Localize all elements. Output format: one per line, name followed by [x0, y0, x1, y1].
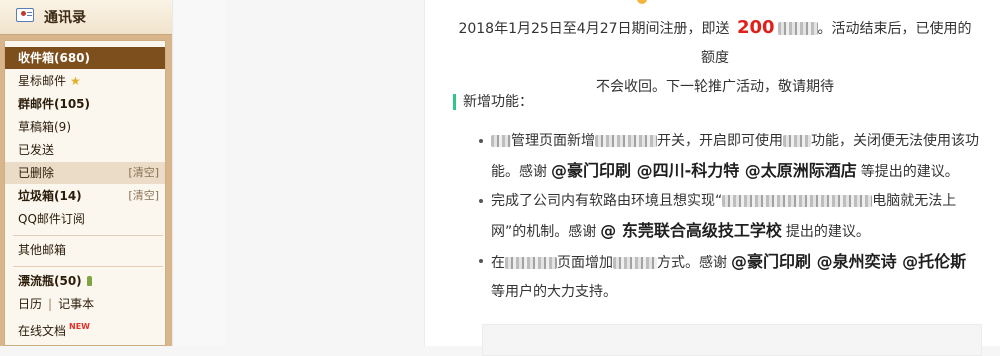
folder-inbox-label: 收件箱(680) — [18, 51, 91, 65]
divider — [13, 235, 163, 236]
folder-drafts[interactable]: 草稿箱(9) — [5, 116, 165, 138]
contacts-icon — [16, 8, 34, 22]
section-marker — [453, 94, 456, 110]
calendar-notes-row: 日历 | 记事本 — [5, 293, 165, 315]
feature-text: 等提出的建议。 — [860, 164, 959, 180]
folder-spam-label: 垃圾箱(14) — [18, 189, 82, 203]
folder-deleted[interactable]: 已删除 [清空] — [5, 162, 165, 184]
feature-text: 等用户的大力支持。 — [491, 284, 617, 300]
folder-starred-label: 星标邮件 — [18, 74, 67, 88]
folder-other-mailboxes[interactable]: 其他邮箱 — [5, 239, 165, 261]
bullet — [479, 199, 483, 203]
intro-amount: 200 — [736, 17, 775, 38]
feature-item: 完成了公司内有软路由环境且想实现“ 电脑就无法上网”的机制。感谢 @ 东莞联合高级技… — [479, 187, 979, 247]
folder-sent[interactable]: 已发送 — [5, 139, 165, 161]
folder-other-mailboxes-label: 其他邮箱 — [18, 243, 67, 257]
feature-text: 开关，开启即可使用 — [657, 133, 783, 149]
folder-qq-subscriptions-label: QQ邮件订阅 — [18, 212, 85, 226]
folder-spam[interactable]: 垃圾箱(14) [清空] — [5, 185, 165, 207]
folder-group-mail[interactable]: 群邮件(105) — [5, 93, 165, 115]
folder-starred[interactable]: 星标邮件 ★ — [5, 70, 165, 92]
notepad-link[interactable]: 记事本 — [58, 297, 94, 311]
redacted-text — [783, 135, 811, 147]
empty-deleted-link[interactable]: [清空] — [128, 162, 159, 184]
pipe-separator: | — [48, 297, 53, 311]
feature-item: 在 页面增加 方式。感谢 @豪门印刷 @泉州奕诗 @托伦斯等用户的大力支持。 — [479, 247, 979, 307]
folder-group-mail-label: 群邮件(105) — [18, 97, 91, 111]
feature-text: 完成了公司内有软路由环境且想实现“ — [491, 193, 723, 209]
mail-content: 2018年1月25日至4月27日期间注册，即送 200 。活动结束后，已使用的额度… — [424, 0, 1000, 356]
folder-drift-bottle-label: 漂流瓶(50) — [18, 274, 82, 288]
redacted-text — [491, 135, 511, 147]
thanks-users: @豪门印刷 @四川-科力特 @太原洲际酒店 — [551, 161, 857, 180]
online-docs-label: 在线文档 — [18, 324, 67, 338]
contacts-label: 通讯录 — [44, 10, 86, 26]
redacted-text — [505, 257, 557, 269]
contacts-link[interactable]: 通讯录 — [0, 0, 172, 35]
online-docs-link[interactable]: 在线文档 NEW — [5, 316, 165, 338]
bottle-icon — [86, 276, 92, 286]
divider — [13, 266, 163, 267]
bullet — [479, 259, 483, 263]
star-icon: ★ — [70, 74, 81, 88]
section-title: 新增功能： — [453, 93, 533, 111]
section-title-text: 新增功能： — [463, 94, 533, 110]
intro-text-a: 2018年1月25日至4月27日期间注册，即送 — [458, 21, 730, 37]
redacted-text — [595, 135, 657, 147]
sidebar: 通讯录 收件箱(680) 星标邮件 ★ 群邮件(105) 草稿箱(9) 已发送 已… — [0, 0, 172, 346]
bullet — [479, 139, 483, 143]
feature-item: 管理页面新增 开关，开启即可使用 功能，关闭便无法使用该功能。感谢 @豪门印刷 @四川… — [479, 127, 979, 187]
feature-list: 管理页面新增 开关，开启即可使用 功能，关闭便无法使用该功能。感谢 @豪门印刷 @四川… — [479, 127, 979, 307]
folder-drift-bottle[interactable]: 漂流瓶(50) — [5, 270, 165, 292]
feature-text: 管理页面新增 — [511, 133, 595, 149]
folder-qq-subscriptions[interactable]: QQ邮件订阅 — [5, 208, 165, 230]
thanks-users: @ 东莞联合高级技工学校 — [600, 221, 782, 240]
folder-list: 收件箱(680) 星标邮件 ★ 群邮件(105) 草稿箱(9) 已发送 已删除 [… — [4, 40, 166, 346]
list-gutter — [172, 0, 225, 346]
folder-deleted-label: 已删除 — [18, 166, 55, 180]
redacted-text — [613, 257, 657, 269]
redacted-text — [722, 195, 873, 207]
intro-text-c: 不会收回。下一轮推广活动，敬请期待 — [596, 79, 834, 95]
calendar-link[interactable]: 日历 — [18, 297, 42, 311]
folder-sent-label: 已发送 — [18, 143, 55, 157]
code-block — [482, 324, 982, 356]
promo-intro: 2018年1月25日至4月27日期间注册，即送 200 。活动结束后，已使用的额度… — [455, 13, 975, 102]
folder-drafts-label: 草稿箱(9) — [18, 120, 71, 134]
feature-text: 方式。感谢 — [657, 255, 727, 271]
folder-inbox[interactable]: 收件箱(680) — [5, 47, 165, 69]
thanks-users: @豪门印刷 @泉州奕诗 @托伦斯 — [731, 252, 967, 271]
feature-text: 在 — [491, 255, 505, 271]
empty-spam-link[interactable]: [清空] — [128, 185, 159, 207]
decorative-circle — [637, 0, 647, 4]
feature-text: 提出的建议。 — [785, 224, 870, 240]
feature-text: 页面增加 — [557, 255, 613, 271]
new-badge: NEW — [69, 322, 90, 331]
redacted-text — [777, 22, 818, 35]
